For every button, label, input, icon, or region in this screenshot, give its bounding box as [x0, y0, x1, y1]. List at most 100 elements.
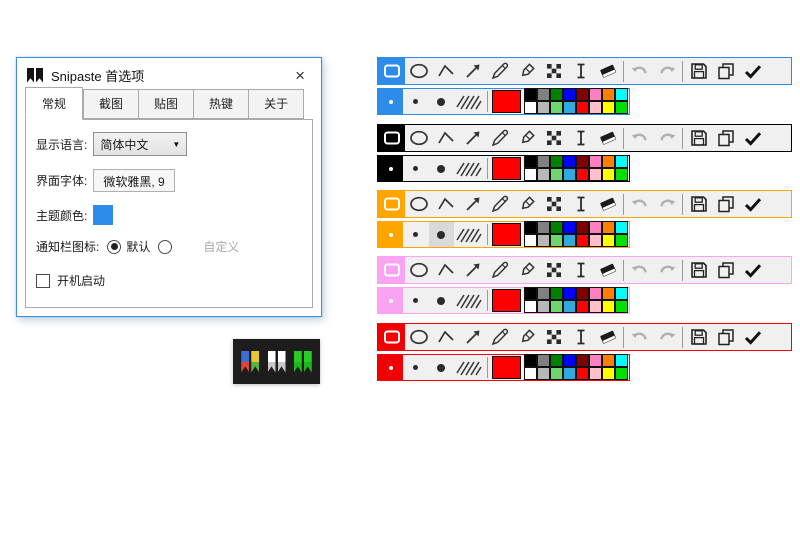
- mosaic-tool-button[interactable]: [540, 324, 567, 350]
- palette-color[interactable]: [563, 155, 576, 168]
- palette-color[interactable]: [576, 101, 589, 114]
- tab-paste[interactable]: 贴图: [139, 89, 194, 119]
- undo-button[interactable]: [626, 324, 653, 350]
- undo-button[interactable]: [626, 125, 653, 151]
- polyline-tool-button[interactable]: [432, 125, 459, 151]
- eraser-tool-button[interactable]: [594, 257, 621, 283]
- palette-color[interactable]: [589, 155, 602, 168]
- palette-color[interactable]: [615, 354, 628, 367]
- mosaic-tool-button[interactable]: [540, 257, 567, 283]
- palette-color[interactable]: [615, 287, 628, 300]
- copy-button[interactable]: [712, 191, 739, 217]
- copy-button[interactable]: [712, 324, 739, 350]
- palette-color[interactable]: [589, 221, 602, 234]
- palette-color[interactable]: [576, 155, 589, 168]
- save-button[interactable]: [685, 257, 712, 283]
- palette-color[interactable]: [589, 168, 602, 181]
- palette-color[interactable]: [550, 221, 563, 234]
- mosaic-tool-button[interactable]: [540, 125, 567, 151]
- tab-general[interactable]: 常规: [25, 87, 83, 120]
- save-button[interactable]: [685, 191, 712, 217]
- snipaste-logo-white-icon[interactable]: [268, 351, 286, 373]
- mosaic-tool-button[interactable]: [540, 191, 567, 217]
- text-tool-button[interactable]: [567, 324, 594, 350]
- text-tool-button[interactable]: [567, 257, 594, 283]
- palette-color[interactable]: [550, 168, 563, 181]
- palette-color[interactable]: [563, 367, 576, 380]
- eraser-tool-button[interactable]: [594, 58, 621, 84]
- palette-color[interactable]: [615, 101, 628, 114]
- palette-color[interactable]: [524, 88, 537, 101]
- copy-button[interactable]: [712, 58, 739, 84]
- polyline-tool-button[interactable]: [432, 58, 459, 84]
- pencil-tool-button[interactable]: [486, 257, 513, 283]
- eraser-tool-button[interactable]: [594, 125, 621, 151]
- palette-color[interactable]: [537, 168, 550, 181]
- palette-color[interactable]: [615, 155, 628, 168]
- palette-color[interactable]: [602, 221, 615, 234]
- polyline-tool-button[interactable]: [432, 324, 459, 350]
- radio-default[interactable]: [107, 240, 121, 254]
- palette-color[interactable]: [563, 300, 576, 313]
- palette-color[interactable]: [576, 287, 589, 300]
- palette-color[interactable]: [602, 101, 615, 114]
- palette-color[interactable]: [576, 367, 589, 380]
- size-large-button[interactable]: [429, 355, 454, 380]
- palette-color[interactable]: [576, 221, 589, 234]
- current-color-swatch[interactable]: [492, 289, 521, 312]
- confirm-button[interactable]: [739, 125, 766, 151]
- rectangle-tool-button[interactable]: [378, 125, 405, 151]
- size-large-button[interactable]: [429, 288, 454, 313]
- polyline-tool-button[interactable]: [432, 257, 459, 283]
- palette-color[interactable]: [563, 168, 576, 181]
- size-small-button[interactable]: [403, 89, 428, 114]
- palette-color[interactable]: [576, 168, 589, 181]
- polyline-tool-button[interactable]: [432, 191, 459, 217]
- palette-color[interactable]: [615, 234, 628, 247]
- palette-color[interactable]: [524, 101, 537, 114]
- hatch-fill-button[interactable]: [454, 89, 485, 114]
- palette-color[interactable]: [589, 300, 602, 313]
- palette-color[interactable]: [563, 234, 576, 247]
- palette-color[interactable]: [615, 300, 628, 313]
- save-button[interactable]: [685, 125, 712, 151]
- palette-color[interactable]: [615, 221, 628, 234]
- palette-color[interactable]: [550, 155, 563, 168]
- palette-color[interactable]: [537, 101, 550, 114]
- palette-color[interactable]: [602, 287, 615, 300]
- palette-color[interactable]: [563, 88, 576, 101]
- palette-color[interactable]: [524, 234, 537, 247]
- undo-button[interactable]: [626, 257, 653, 283]
- save-button[interactable]: [685, 58, 712, 84]
- undo-button[interactable]: [626, 191, 653, 217]
- text-tool-button[interactable]: [567, 125, 594, 151]
- size-large-button[interactable]: [429, 89, 454, 114]
- palette-color[interactable]: [563, 101, 576, 114]
- arrow-tool-button[interactable]: [459, 125, 486, 151]
- palette-color[interactable]: [576, 234, 589, 247]
- palette-color[interactable]: [615, 168, 628, 181]
- palette-color[interactable]: [550, 101, 563, 114]
- pencil-tool-button[interactable]: [486, 125, 513, 151]
- palette-color[interactable]: [550, 354, 563, 367]
- language-select[interactable]: 简体中文 ▼: [93, 132, 187, 156]
- text-tool-button[interactable]: [567, 191, 594, 217]
- palette-color[interactable]: [589, 101, 602, 114]
- redo-button[interactable]: [653, 58, 680, 84]
- ellipse-tool-button[interactable]: [405, 191, 432, 217]
- confirm-button[interactable]: [739, 191, 766, 217]
- palette-color[interactable]: [615, 367, 628, 380]
- ellipse-tool-button[interactable]: [405, 58, 432, 84]
- palette-color[interactable]: [589, 367, 602, 380]
- size-small-button[interactable]: [403, 222, 428, 247]
- confirm-button[interactable]: [739, 324, 766, 350]
- palette-color[interactable]: [602, 88, 615, 101]
- snipaste-logo-green-icon[interactable]: [294, 351, 312, 373]
- palette-color[interactable]: [550, 287, 563, 300]
- rectangle-tool-button[interactable]: [378, 324, 405, 350]
- undo-button[interactable]: [626, 58, 653, 84]
- palette-color[interactable]: [537, 88, 550, 101]
- eraser-tool-button[interactable]: [594, 191, 621, 217]
- palette-color[interactable]: [602, 234, 615, 247]
- size-small-button[interactable]: [403, 288, 428, 313]
